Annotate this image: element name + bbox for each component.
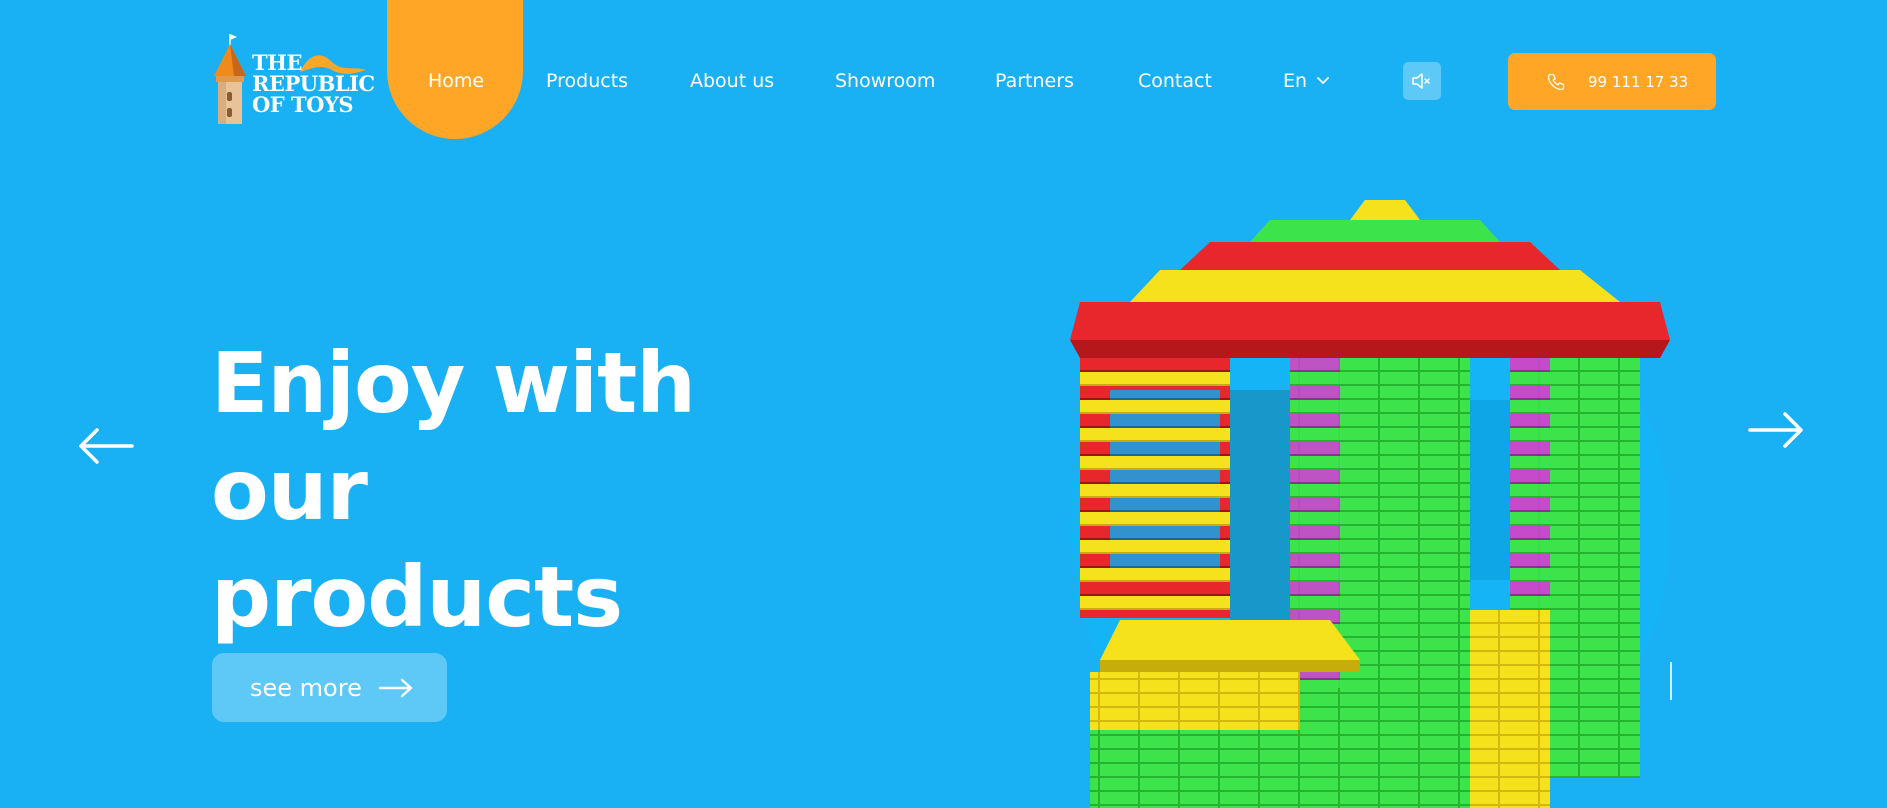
nav-products[interactable]: Products: [546, 70, 628, 92]
nav-about-us[interactable]: About us: [690, 70, 774, 92]
chevron-down-icon: [1317, 77, 1329, 85]
toy-brick-house-image: [1070, 200, 1670, 808]
arrow-right-icon: [378, 678, 413, 697]
phone-number: 99 111 17 33: [1588, 72, 1689, 91]
language-selector[interactable]: En: [1283, 70, 1329, 92]
phone-call-button[interactable]: 99 111 17 33: [1508, 53, 1716, 110]
slider-next-arrow-icon[interactable]: [1748, 412, 1804, 448]
sound-toggle-button[interactable]: [1403, 62, 1441, 100]
see-more-button[interactable]: see more: [212, 653, 447, 722]
nav-contact[interactable]: Contact: [1138, 70, 1212, 92]
nav-showroom[interactable]: Showroom: [835, 70, 935, 92]
language-label: En: [1283, 70, 1308, 92]
hero-title: Enjoy with our products: [211, 330, 851, 651]
hero-title-line-1: Enjoy with our: [211, 334, 696, 539]
slider-prev-arrow-icon[interactable]: [78, 428, 134, 464]
speaker-muted-icon: [1412, 73, 1430, 89]
nav-home[interactable]: Home: [428, 70, 484, 92]
see-more-label: see more: [250, 673, 362, 702]
hero-title-line-2: products: [211, 548, 623, 646]
phone-icon: [1547, 73, 1565, 90]
nav-partners[interactable]: Partners: [995, 70, 1074, 92]
